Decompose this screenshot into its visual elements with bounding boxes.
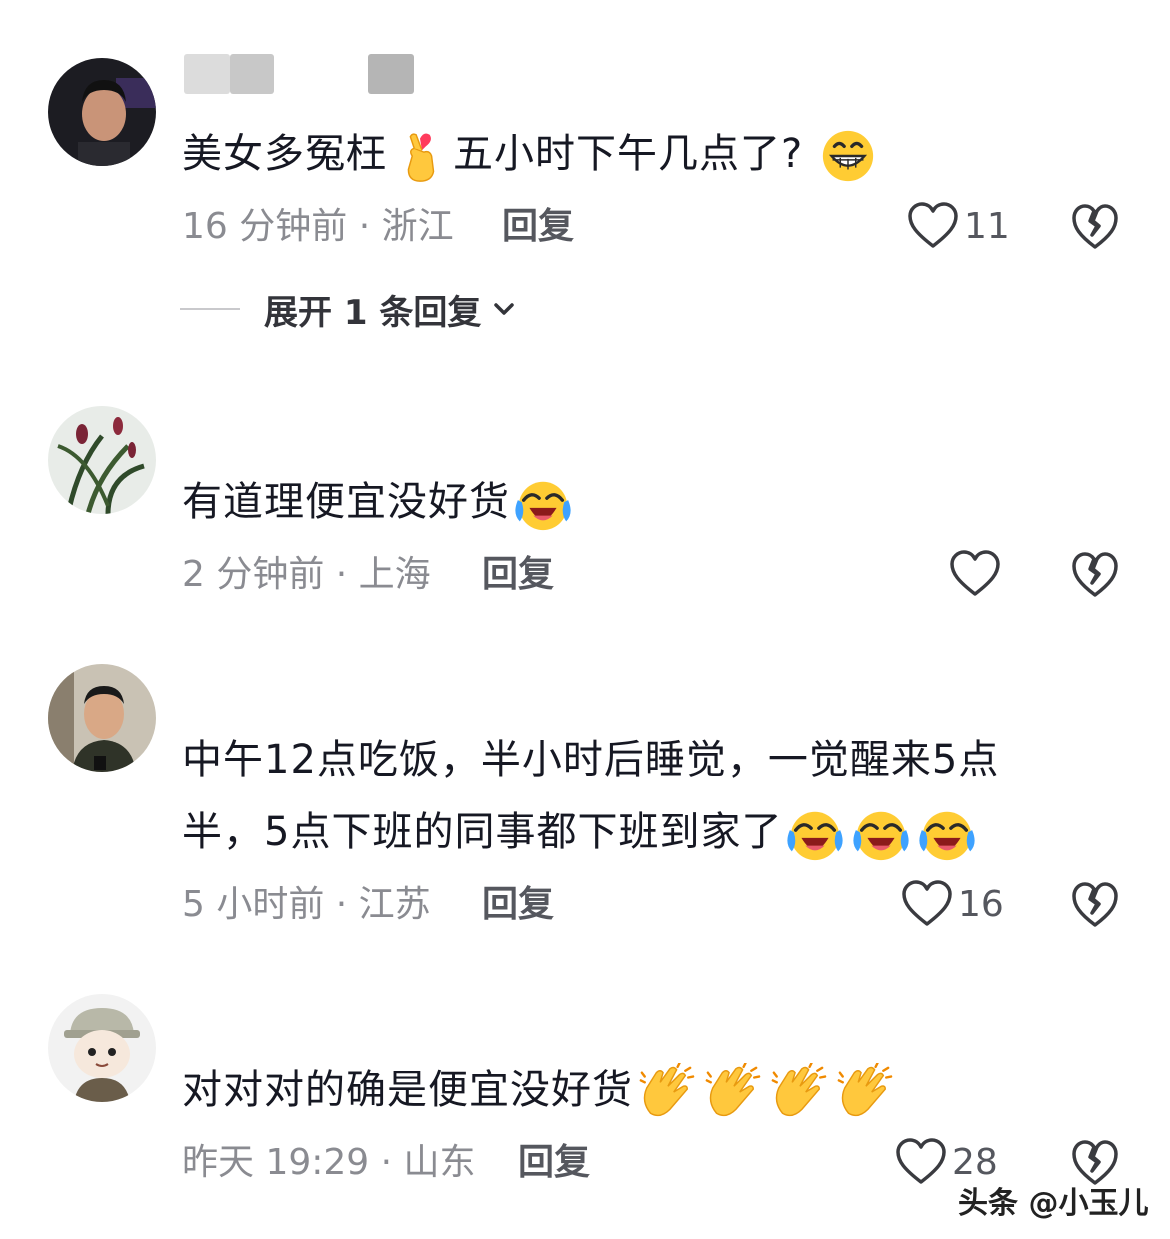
reply-button[interactable]: 回复 — [502, 202, 574, 252]
heart-outline-icon — [894, 1137, 948, 1187]
divider-line — [180, 308, 240, 310]
watermark: 头条 @小玉儿 — [958, 1186, 1149, 1221]
comment-meta: 昨天 19:29 · 山东 — [182, 1138, 476, 1188]
grinning-face-emoji — [823, 130, 874, 182]
comment-text: 有道理便宜没好货 — [182, 466, 1060, 538]
time-location: 5 小时前 · 江苏 — [182, 884, 431, 925]
broken-heart-icon — [1070, 550, 1120, 600]
comment-meta: 16 分钟前 · 浙江 — [182, 202, 454, 252]
avatar[interactable] — [48, 664, 156, 772]
heart-outline-icon — [900, 879, 954, 929]
time-location: 2 分钟前 · 上海 — [182, 554, 431, 595]
comment-meta: 5 小时前 · 江苏 — [182, 880, 431, 930]
loudly-crying-emoji — [514, 475, 572, 533]
dislike-button[interactable] — [1070, 880, 1120, 930]
finger-heart-emoji — [407, 133, 435, 182]
expand-replies-button[interactable]: 展开 1 条回复 — [180, 284, 519, 334]
loudly-crying-emoji — [852, 805, 910, 863]
broken-heart-icon — [1070, 880, 1120, 930]
like-button[interactable]: 16 — [900, 876, 1004, 932]
dislike-button[interactable] — [1070, 202, 1120, 252]
heart-outline-icon — [948, 549, 1002, 599]
clapping-hands-emoji — [835, 1063, 893, 1121]
clapping-hands-emoji — [703, 1063, 761, 1121]
heart-outline-icon — [906, 201, 960, 251]
loudly-crying-emoji — [786, 805, 844, 863]
reply-button[interactable]: 回复 — [482, 550, 554, 600]
comment-text: 美女多冤枉 五小时下午几点了? — [182, 118, 1060, 190]
reply-button[interactable]: 回复 — [482, 880, 554, 930]
comment-meta: 2 分钟前 · 上海 — [182, 550, 431, 600]
comment-text: 中午12点吃饭，半小时后睡觉，一觉醒来5点 半，5点下班的同事都下班到家了 — [182, 724, 1110, 868]
avatar[interactable] — [48, 58, 156, 166]
like-count: 28 — [952, 1141, 998, 1183]
comment-text: 对对对的确是便宜没好货 — [182, 1054, 1060, 1126]
avatar[interactable] — [48, 406, 156, 514]
clapping-hands-emoji — [637, 1063, 695, 1121]
avatar[interactable] — [48, 994, 156, 1102]
reply-button[interactable]: 回复 — [518, 1138, 590, 1188]
expand-replies-label: 展开 1 条回复 — [264, 292, 482, 333]
loudly-crying-emoji — [918, 805, 976, 863]
like-button[interactable]: 11 — [906, 198, 1010, 254]
dislike-button[interactable] — [1070, 550, 1120, 600]
broken-heart-icon — [1070, 202, 1120, 252]
time-location: 16 分钟前 · 浙江 — [182, 206, 454, 247]
chevron-down-icon — [494, 303, 515, 315]
like-button[interactable] — [948, 546, 1006, 602]
like-count: 16 — [958, 883, 1004, 925]
like-count: 11 — [964, 205, 1010, 247]
clapping-hands-emoji — [769, 1063, 827, 1121]
time-location: 昨天 19:29 · 山东 — [182, 1142, 476, 1183]
